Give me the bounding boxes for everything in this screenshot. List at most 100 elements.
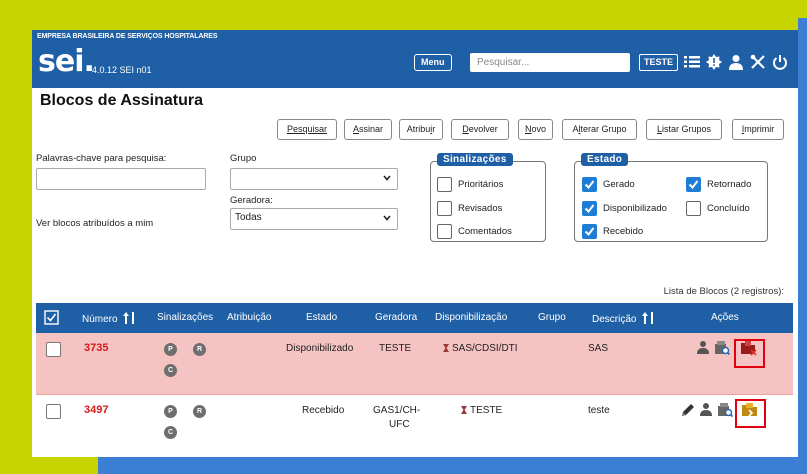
col-flags: Sinalizações [157,312,214,323]
badge-priority[interactable]: P [164,343,177,356]
sign-button-label: ssinar [359,124,384,134]
print-button[interactable]: Imprimir [732,119,784,140]
user-icon[interactable] [727,52,745,72]
badge-commented[interactable]: C [164,426,177,439]
return-button-label: evolver [468,124,498,134]
return-button[interactable]: Devolver [451,119,509,140]
search-button[interactable]: Pesquisar [277,119,337,140]
new-button[interactable]: Novo [518,119,553,140]
power-icon[interactable] [771,52,789,72]
generator-select-value: Todas [235,212,262,223]
col-description[interactable]: Descrição [592,312,656,325]
flag-commented-label: Comentados [458,226,512,237]
view-documents-icon[interactable] [714,340,731,356]
col-number-label: Número [82,314,118,325]
badge-priority[interactable]: P [164,405,177,418]
search-icon[interactable] [614,54,632,71]
search-input[interactable]: Pesquisar... [470,53,630,72]
search-placeholder: Pesquisar... [477,57,530,68]
badge-commented[interactable]: C [164,364,177,377]
cell-generator-line2: UFC [389,419,410,430]
cell-description: teste [588,405,610,416]
logo-text: sei [38,44,84,79]
assign-user-icon[interactable] [699,402,715,418]
new-button-label: ovo [531,124,546,134]
select-all-checkbox[interactable] [44,310,59,328]
page-title: Blocos de Assinatura [40,92,204,109]
row-checkbox[interactable] [46,404,61,419]
highlight-box [735,399,766,428]
keywords-input[interactable] [36,168,206,190]
list-groups-button[interactable]: Listar Grupos [646,119,722,140]
state-available-checkbox[interactable] [582,201,597,216]
col-state: Estado [306,312,338,323]
sign-pen-icon[interactable] [680,402,696,418]
generator-label: Geradora: [230,195,273,206]
badge-reviewed[interactable]: R [193,405,206,418]
flag-reviewed-label: Revisados [458,203,503,214]
hourglass-icon [461,406,467,414]
frame-bottom-band [98,456,798,474]
col-assignment: Atribuição [227,312,272,323]
table-caption: Lista de Blocos (2 registros): [663,286,784,297]
assign-button[interactable]: Atribuir [399,119,443,140]
flag-priority-label: Prioritários [458,179,504,190]
flag-commented-checkbox[interactable] [437,224,452,239]
row-checkbox[interactable] [46,342,61,357]
assign-button-label-b: r [432,124,436,134]
sign-button[interactable]: Assinar [344,119,392,140]
flag-priority-checkbox[interactable] [437,177,452,192]
change-group-label-b: terar Grupo [580,124,627,134]
badge-reviewed[interactable]: R [193,343,206,356]
generator-select[interactable]: Todas [230,208,398,230]
col-number[interactable]: Número [82,312,137,325]
cell-availability-text: SAS/CDSI/DTI [452,343,518,354]
col-group: Grupo [538,312,566,323]
col-actions: Ações [711,312,739,323]
col-description-label: Descrição [592,314,637,325]
sei-window: EMPRESA BRASILEIRA DE SERVIÇOS HOSPITALA… [32,30,798,457]
unit-selector[interactable]: TESTE [639,54,679,71]
state-generated-checkbox[interactable] [582,177,597,192]
block-number[interactable]: 3735 [84,342,108,354]
cell-state: Disponibilizado [286,343,354,354]
state-received-checkbox[interactable] [582,224,597,239]
state-concluded-label: Concluído [707,203,750,214]
table-row: 3735 P R C Disponibilizado TESTE SAS/CDS… [36,333,793,395]
block-number[interactable]: 3497 [84,404,108,416]
col-generator: Geradora [375,312,418,323]
top-icons [683,52,789,72]
assigned-to-me-label[interactable]: Ver blocos atribuídos a mim [36,218,153,229]
group-select[interactable] [230,168,398,190]
state-available-label: Disponibilizado [603,203,667,214]
change-group-button[interactable]: Alterar Grupo [562,119,637,140]
chevron-down-icon [383,175,391,181]
list-icon[interactable] [683,52,701,72]
cell-availability: SAS/CDSI/DTI [443,343,518,354]
alert-icon[interactable] [705,52,723,72]
hourglass-icon [443,344,449,352]
state-legend: Estado [581,153,629,166]
cell-generator: GAS1/CH- [373,405,421,416]
flag-reviewed-checkbox[interactable] [437,201,452,216]
cell-generator: TESTE [379,343,412,354]
version-label: 4.0.12 SEI n01 [92,65,152,75]
tools-icon[interactable] [749,52,767,72]
search-button-label: esquisar [292,124,328,134]
table-row: 3497 P R C Recebido GAS1/CH- UFC TESTE t… [36,395,793,457]
sei-logo[interactable]: sei. [38,44,95,79]
state-concluded-checkbox[interactable] [686,201,701,216]
sort-icon[interactable] [123,312,137,324]
highlight-box [734,339,765,368]
keywords-label: Palavras-chave para pesquisa: [36,153,167,164]
state-returned-checkbox[interactable] [686,177,701,192]
view-documents-icon[interactable] [717,402,734,418]
org-name: EMPRESA BRASILEIRA DE SERVIÇOS HOSPITALA… [37,33,218,40]
table-header: Número Sinalizações Atribuição Estado Ge… [36,303,793,333]
assign-user-icon[interactable] [696,340,712,356]
group-label: Grupo [230,153,257,164]
sort-icon[interactable] [642,312,656,324]
frame-right-band [798,18,807,474]
menu-button[interactable]: Menu [414,54,452,71]
list-groups-label: istar Grupos [661,124,712,134]
